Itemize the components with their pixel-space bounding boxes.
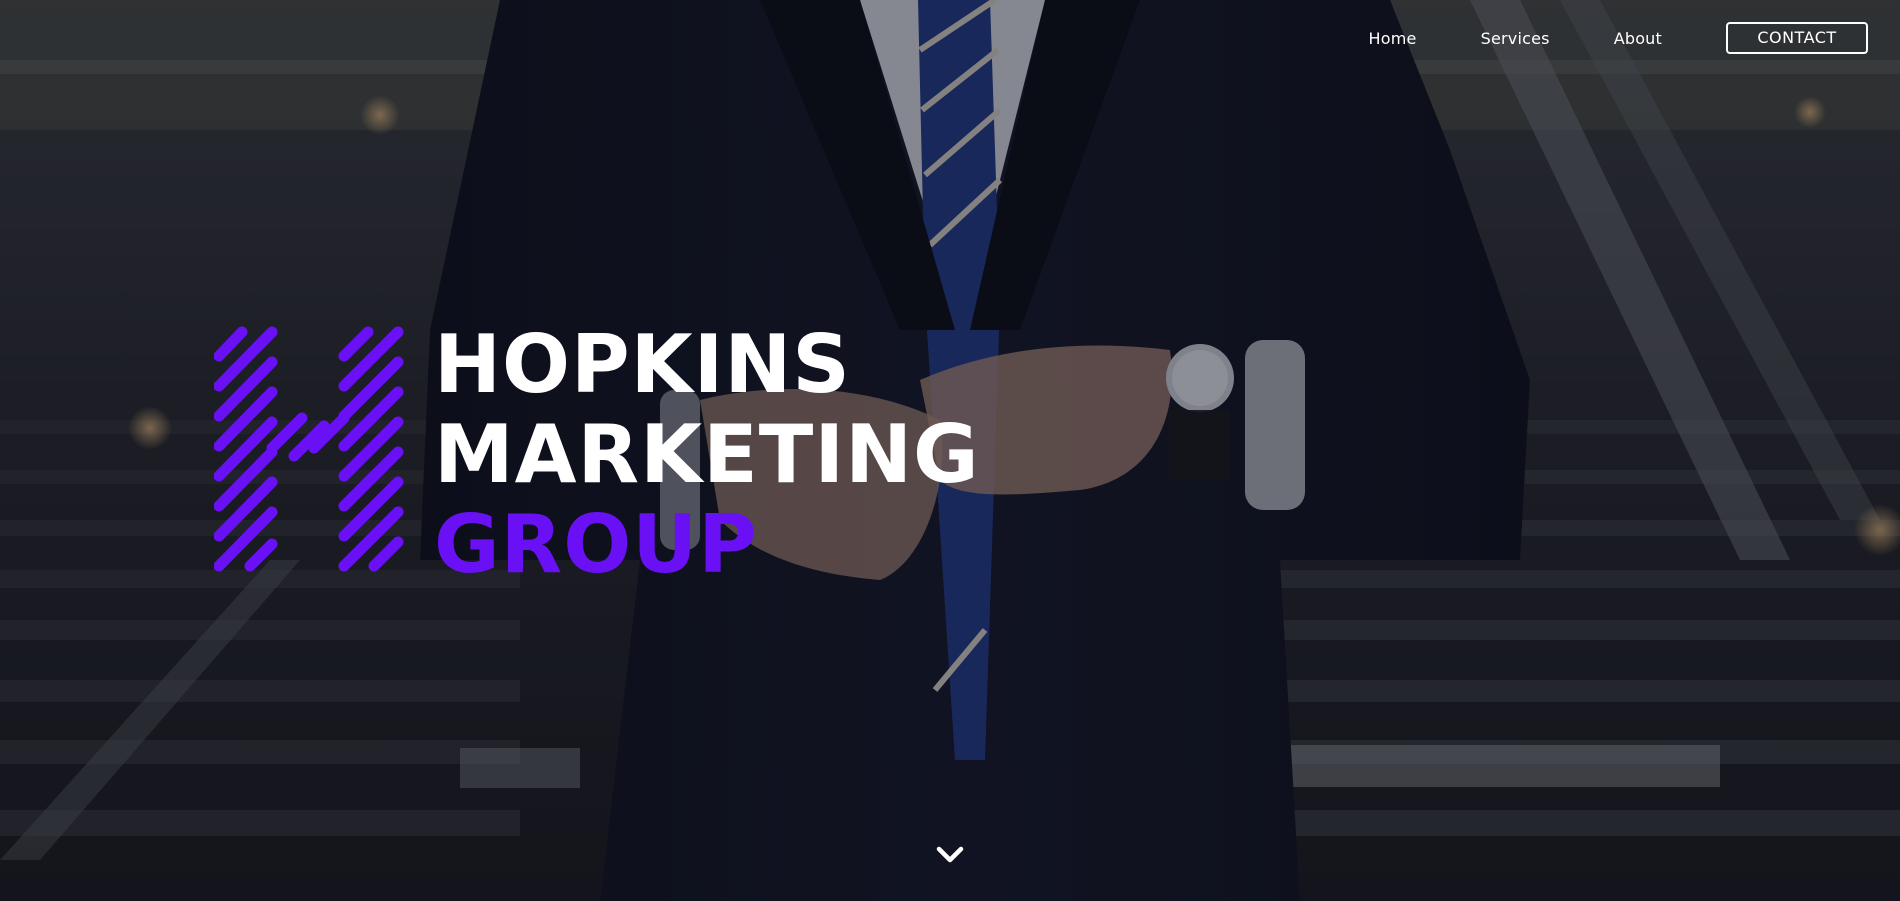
chevron-down-icon[interactable] xyxy=(934,842,966,868)
brand-block: HOPKINS MARKETING GROUP xyxy=(214,320,980,590)
nav-about-link[interactable]: About xyxy=(1614,29,1662,48)
nav-home-link[interactable]: Home xyxy=(1369,29,1417,48)
nav-services-link[interactable]: Services xyxy=(1481,29,1550,48)
brand-name-line-1: HOPKINS xyxy=(434,318,851,411)
main-navigation: Home Services About CONTACT xyxy=(1369,22,1868,54)
h-logo-icon xyxy=(214,326,404,572)
brand-name-line-2: MARKETING xyxy=(434,408,980,501)
brand-name: HOPKINS MARKETING GROUP xyxy=(434,320,980,590)
hero-section: Home Services About CONTACT HOPKINS MARK… xyxy=(0,0,1900,901)
brand-name-line-3: GROUP xyxy=(434,498,758,591)
nav-contact-button[interactable]: CONTACT xyxy=(1726,22,1868,54)
